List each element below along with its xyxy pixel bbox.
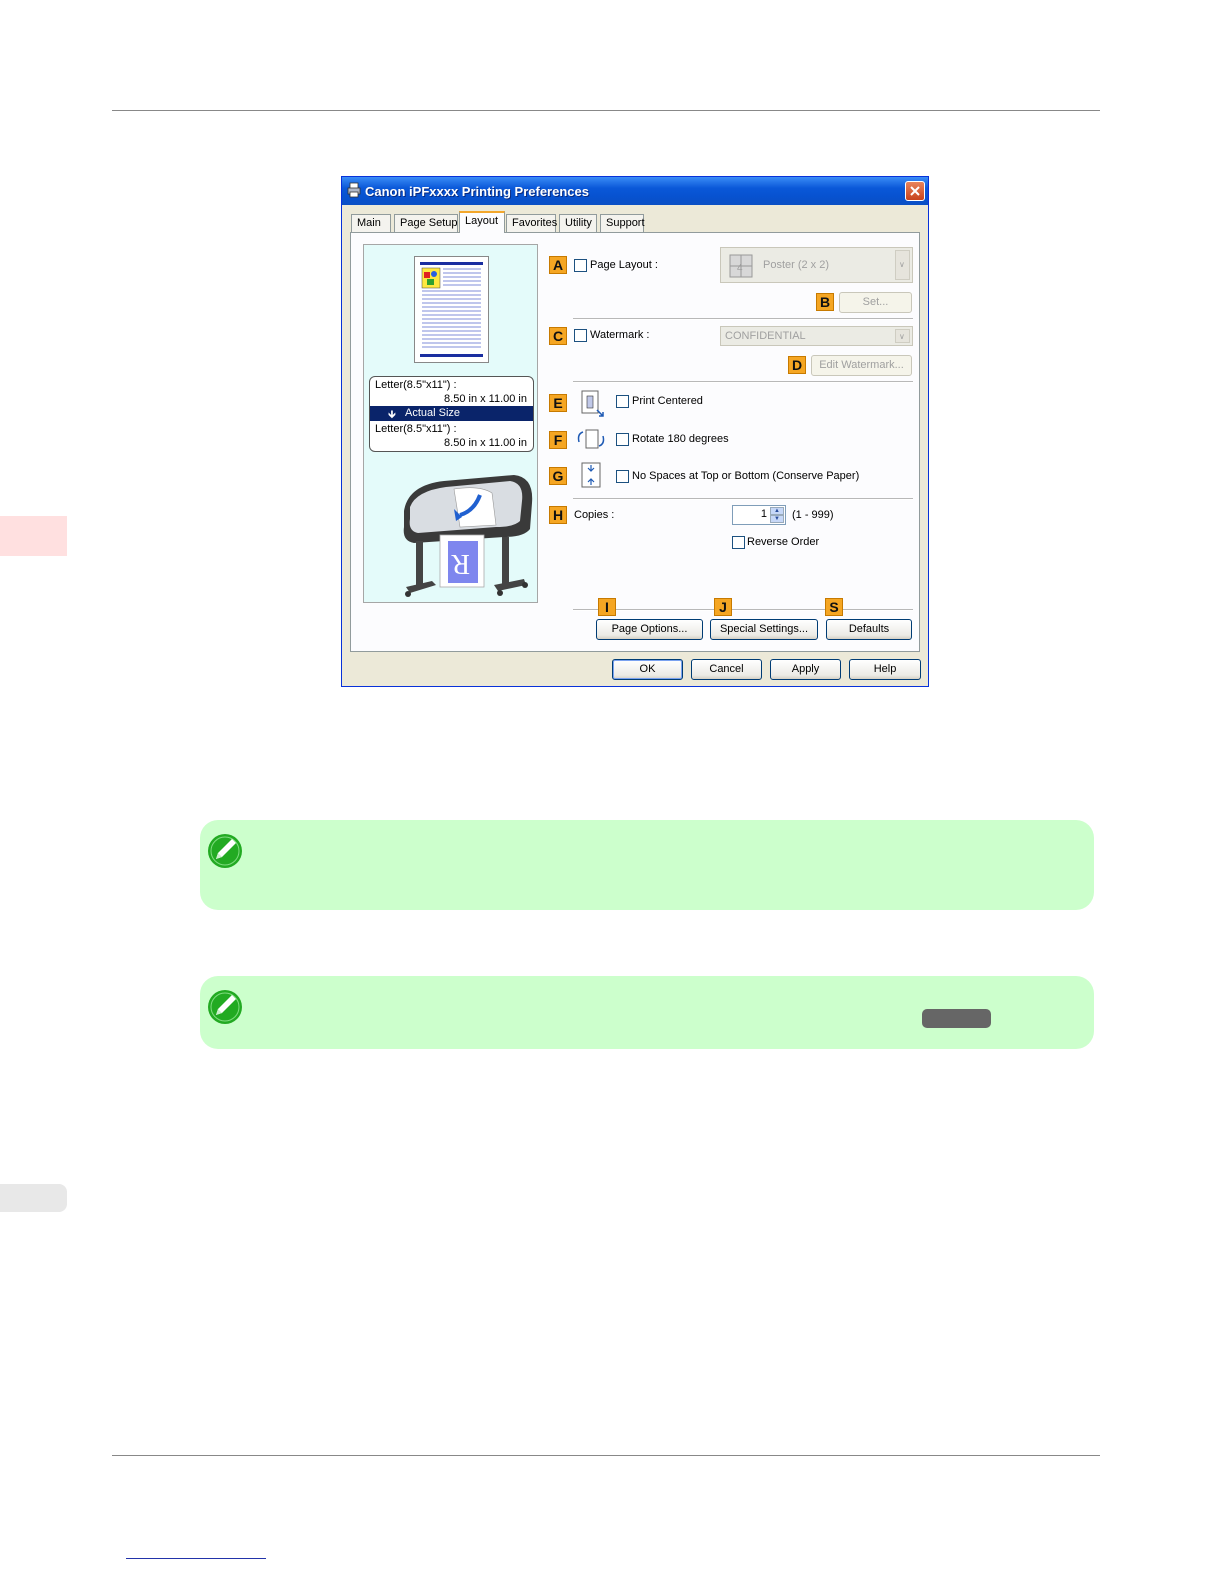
page-preview-thumbnail xyxy=(414,256,489,363)
layout-panel: Letter(8.5"x11") : 8.50 in x 11.00 in 🡻 … xyxy=(350,232,920,652)
footer-link-underline[interactable] xyxy=(126,1558,266,1559)
watermark-value: CONFIDENTIAL xyxy=(725,330,806,342)
paper-size-info: Letter(8.5"x11") : 8.50 in x 11.00 in 🡻 … xyxy=(369,376,534,452)
page-layout-checkbox[interactable] xyxy=(574,259,587,272)
print-centered-label: Print Centered xyxy=(632,395,703,407)
reverse-order-label: Reverse Order xyxy=(747,536,820,548)
print-centered-checkbox[interactable] xyxy=(616,395,629,408)
output-size-label: Letter(8.5"x11") : xyxy=(375,423,457,435)
chevron-down-icon: ∨ xyxy=(895,250,910,280)
watermark-label: Watermark : xyxy=(590,329,650,341)
rotate-label: Rotate 180 degrees xyxy=(632,433,729,445)
help-button[interactable]: Help xyxy=(849,659,921,680)
print-centered-icon xyxy=(581,390,604,417)
reference-link-button[interactable] xyxy=(922,1009,991,1028)
paper-size-label: Letter(8.5"x11") : xyxy=(375,379,457,391)
copies-stepper[interactable]: 1 ▲ ▼ xyxy=(732,505,786,525)
printer-illustration: R xyxy=(403,475,533,597)
tab-support[interactable]: Support xyxy=(600,214,645,232)
marker-h: H xyxy=(549,506,567,524)
header-rule xyxy=(112,110,1100,111)
apply-button[interactable]: Apply xyxy=(770,659,841,680)
stepper-down-icon[interactable]: ▼ xyxy=(770,515,784,523)
separator xyxy=(573,318,913,320)
output-size-dimensions: 8.50 in x 11.00 in xyxy=(444,437,527,449)
page-layout-label: Page Layout : xyxy=(590,259,658,271)
tab-utility[interactable]: Utility xyxy=(559,214,597,232)
page-layout-select[interactable]: 4 Poster (2 x 2) ∨ xyxy=(720,247,913,283)
layout-mode-row: 🡻 Actual Size xyxy=(370,406,533,421)
svg-text:4: 4 xyxy=(737,263,743,274)
rotate-icon xyxy=(577,429,605,449)
no-spaces-label: No Spaces at Top or Bottom (Conserve Pap… xyxy=(632,470,860,482)
page-preview-image xyxy=(420,262,483,357)
reverse-order-checkbox[interactable] xyxy=(732,536,745,549)
chapter-side-tab xyxy=(0,516,67,556)
printing-preferences-dialog: Canon iPFxxxx Printing Preferences Main … xyxy=(341,176,929,687)
page-layout-value: Poster (2 x 2) xyxy=(763,259,830,271)
marker-g: G xyxy=(549,467,567,485)
marker-a: A xyxy=(549,256,567,274)
printer-icon xyxy=(347,182,361,198)
stepper-up-icon[interactable]: ▲ xyxy=(770,507,784,515)
marker-i: I xyxy=(598,598,616,616)
no-spaces-icon xyxy=(581,462,601,488)
ok-button[interactable]: OK xyxy=(612,659,683,680)
close-icon xyxy=(910,186,920,196)
no-spaces-checkbox[interactable] xyxy=(616,470,629,483)
marker-j: J xyxy=(714,598,732,616)
layout-mode: Actual Size xyxy=(405,407,461,419)
chevron-down-icon: ∨ xyxy=(895,329,910,343)
set-button[interactable]: Set... xyxy=(839,292,912,313)
defaults-button[interactable]: Defaults xyxy=(826,619,912,640)
poster-layout-icon: 4 xyxy=(729,254,753,278)
special-settings-button[interactable]: Special Settings... xyxy=(710,619,818,640)
copies-label: Copies : xyxy=(574,509,615,521)
marker-b: B xyxy=(816,293,834,311)
separator xyxy=(573,498,913,500)
note-box xyxy=(200,820,1094,910)
separator xyxy=(573,609,913,611)
rotate-checkbox[interactable] xyxy=(616,433,629,446)
tab-favorites[interactable]: Favorites xyxy=(506,214,557,232)
page-options-button[interactable]: Page Options... xyxy=(596,619,703,640)
marker-s: S xyxy=(825,598,843,616)
index-side-tab xyxy=(0,1184,67,1212)
separator xyxy=(573,381,913,383)
close-button[interactable] xyxy=(905,181,925,201)
marker-f: F xyxy=(549,431,567,449)
tab-main[interactable]: Main xyxy=(351,214,391,232)
footer-rule xyxy=(112,1455,1100,1456)
marker-e: E xyxy=(549,394,567,412)
tab-layout[interactable]: Layout xyxy=(459,211,505,233)
svg-text:R: R xyxy=(451,548,470,579)
settings-preview: Letter(8.5"x11") : 8.50 in x 11.00 in 🡻 … xyxy=(363,244,538,603)
note-pencil-icon xyxy=(208,834,242,868)
paper-size-dimensions: 8.50 in x 11.00 in xyxy=(444,393,527,405)
marker-c: C xyxy=(549,327,567,345)
copies-range: (1 - 999) xyxy=(792,509,834,521)
edit-watermark-button[interactable]: Edit Watermark... xyxy=(811,355,912,376)
watermark-select[interactable]: CONFIDENTIAL ∨ xyxy=(720,326,913,346)
tab-page-setup[interactable]: Page Setup xyxy=(394,214,458,232)
watermark-checkbox[interactable] xyxy=(574,329,587,342)
title-bar[interactable]: Canon iPFxxxx Printing Preferences xyxy=(342,177,928,205)
cancel-button[interactable]: Cancel xyxy=(691,659,762,680)
dialog-title: Canon iPFxxxx Printing Preferences xyxy=(365,184,589,199)
copies-value: 1 xyxy=(760,508,767,520)
marker-d: D xyxy=(788,356,806,374)
note-pencil-icon xyxy=(208,990,242,1024)
